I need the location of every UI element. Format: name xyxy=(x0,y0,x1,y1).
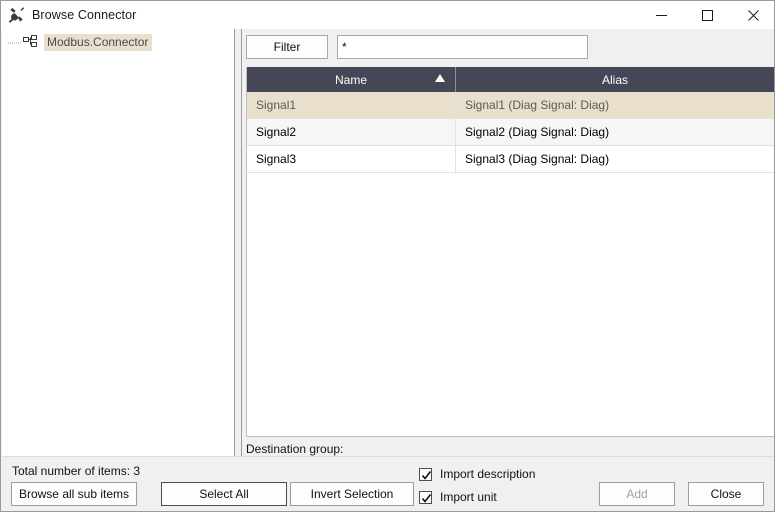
filter-button[interactable]: Filter xyxy=(246,35,328,59)
panel-splitter[interactable] xyxy=(234,29,242,456)
bottom-bar: Total number of items: 3 Browse all sub … xyxy=(2,457,774,511)
table-row[interactable]: Signal3 Signal3 (Diag Signal: Diag) xyxy=(247,146,774,173)
window-title: Browse Connector xyxy=(32,8,137,22)
add-button[interactable]: Add xyxy=(599,482,675,506)
sort-ascending-icon xyxy=(435,74,445,82)
tree-item-modbus-connector[interactable]: Modbus.Connector xyxy=(2,34,234,51)
close-dialog-button[interactable]: Close xyxy=(688,482,764,506)
column-header-name[interactable]: Name xyxy=(247,67,456,92)
browse-all-sub-items-button[interactable]: Browse all sub items xyxy=(11,482,137,506)
close-icon xyxy=(747,9,759,21)
browse-connector-window: Browse Connector Modbus.Connector Filter… xyxy=(0,0,775,512)
table-row[interactable]: Signal1 Signal1 (Diag Signal: Diag) xyxy=(247,92,774,119)
cell-alias: Signal3 (Diag Signal: Diag) xyxy=(465,152,610,166)
title-bar: Browse Connector xyxy=(1,1,774,29)
select-all-button[interactable]: Select All xyxy=(161,482,287,506)
hierarchy-node-icon xyxy=(23,35,37,47)
cell-name: Signal3 xyxy=(247,146,456,172)
cell-name: Signal1 xyxy=(247,92,456,118)
destination-group-label: Destination group: xyxy=(246,442,344,456)
cell-alias: Signal1 (Diag Signal: Diag) xyxy=(465,98,610,112)
import-description-label: Import description xyxy=(440,467,536,481)
import-description-checkbox[interactable]: Import description xyxy=(419,467,535,481)
column-header-name-label: Name xyxy=(334,72,367,87)
table-row[interactable]: Signal2 Signal2 (Diag Signal: Diag) xyxy=(247,119,774,146)
total-items-status: Total number of items: 3 xyxy=(12,464,141,478)
invert-selection-button[interactable]: Invert Selection xyxy=(290,482,414,506)
minimize-button[interactable] xyxy=(638,1,684,29)
column-header-alias-label: Alias xyxy=(601,72,628,87)
signals-panel: Filter Name Alias Signal1 Signal1 (Diag … xyxy=(242,29,774,480)
cell-alias: Signal2 (Diag Signal: Diag) xyxy=(465,125,610,139)
tree-connector-line-icon xyxy=(8,42,21,44)
import-unit-label: Import unit xyxy=(440,490,497,504)
maximize-icon xyxy=(701,9,713,21)
close-button[interactable] xyxy=(730,1,774,29)
import-unit-checkbox[interactable]: Import unit xyxy=(419,490,497,504)
filter-input[interactable] xyxy=(337,35,588,59)
checkbox-checked-icon xyxy=(419,490,432,504)
maximize-button[interactable] xyxy=(684,1,730,29)
signals-grid[interactable]: Name Alias Signal1 Signal1 (Diag Signal:… xyxy=(246,67,774,437)
grid-header-row: Name Alias xyxy=(247,67,774,92)
connector-tree-panel[interactable]: Modbus.Connector xyxy=(2,29,234,456)
minimize-icon xyxy=(655,14,667,16)
window-controls xyxy=(638,1,774,29)
checkbox-checked-icon xyxy=(419,467,432,481)
column-header-alias[interactable]: Alias xyxy=(456,67,774,92)
filter-row: Filter xyxy=(246,35,588,59)
cell-name: Signal2 xyxy=(247,119,456,145)
connector-plug-icon xyxy=(8,6,25,23)
tree-item-label: Modbus.Connector xyxy=(44,34,153,51)
